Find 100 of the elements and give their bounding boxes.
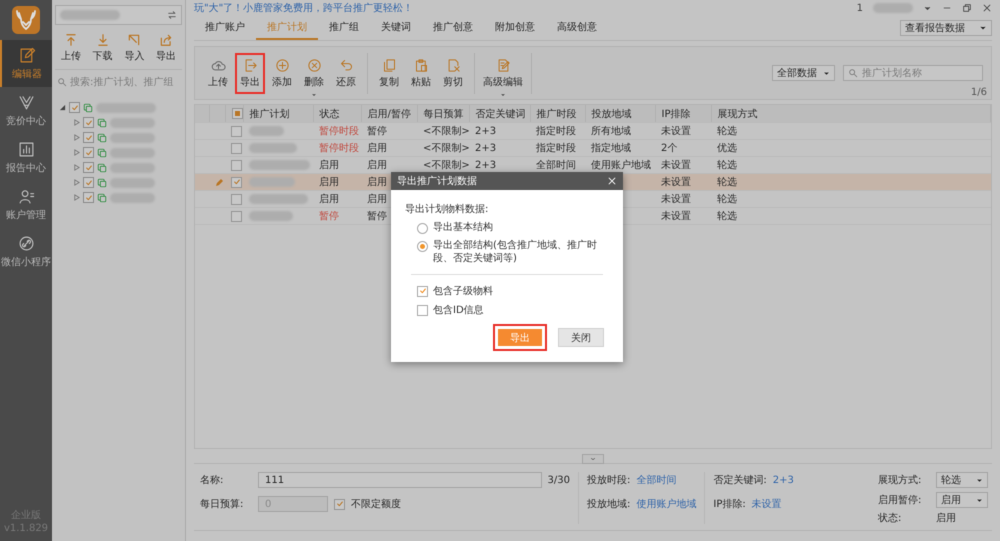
tab[interactable]: 附加创意 — [484, 16, 546, 40]
tree-checkbox[interactable] — [83, 132, 94, 143]
table-cell: 2+3 — [475, 160, 496, 170]
caret-icon — [976, 496, 983, 504]
toolbar-button[interactable]: 上传 — [61, 33, 81, 63]
row-checkbox[interactable] — [231, 176, 242, 188]
nav-item[interactable]: 竞价中心 — [0, 87, 52, 134]
toolbar-button[interactable]: 高级编辑 — [481, 52, 525, 94]
field-label: 投放地域: — [587, 498, 630, 511]
checkbox[interactable] — [417, 286, 428, 296]
expanded-arrow-icon[interactable] — [59, 104, 66, 111]
column-header: 推广计划 — [250, 108, 290, 120]
toolbar-button[interactable]: 导入 — [124, 33, 144, 63]
row-checkbox[interactable] — [231, 142, 242, 154]
table-cell: 启用 — [367, 160, 387, 171]
checkbox[interactable] — [417, 304, 428, 316]
add-icon — [274, 58, 290, 72]
toolbar-button[interactable]: 删除 — [299, 52, 329, 94]
import-icon — [127, 33, 142, 47]
column-header: IP排除 — [662, 108, 690, 120]
column-header: 每日预算 — [424, 108, 464, 120]
tree-checkbox[interactable] — [83, 117, 94, 128]
checkbox-label: 包含子级物料 — [433, 284, 493, 298]
table-cell: 暂停时段 — [319, 143, 359, 154]
link[interactable]: 未设置 — [752, 497, 782, 511]
tab[interactable]: 推广组 — [318, 16, 370, 40]
row-checkbox[interactable] — [231, 160, 242, 170]
table-cell: 启用 — [367, 177, 387, 188]
toolbar-button[interactable]: 导出 — [156, 33, 176, 63]
toolbar-button[interactable]: 剪切 — [438, 52, 468, 94]
collapse-handle[interactable] — [582, 454, 604, 464]
cut-icon — [446, 58, 460, 72]
collapsed-arrow-icon[interactable] — [73, 179, 80, 186]
caret-icon — [979, 24, 987, 32]
tab[interactable]: 推广创意 — [422, 16, 484, 40]
field-label: 名称: — [200, 474, 224, 487]
collapsed-arrow-icon[interactable] — [73, 164, 80, 171]
tab[interactable]: 关键词 — [370, 16, 422, 40]
toolbar-button[interactable]: 复制 — [374, 52, 404, 94]
edit-icon — [18, 47, 36, 64]
table-cell: 未设置 — [661, 194, 691, 205]
dropdown[interactable]: 轮选 — [936, 472, 988, 488]
report-dropdown[interactable]: 查看报告数据 — [900, 20, 992, 36]
collapsed-arrow-icon[interactable] — [73, 149, 80, 156]
search-icon — [57, 77, 67, 87]
radio-label: 导出全部结构(包含推广地域、推广时段、否定关键词等) — [433, 239, 598, 265]
table-cell: 轮选 — [717, 211, 737, 222]
nav-item[interactable]: 微信小程序 — [0, 228, 52, 275]
tree-checkbox[interactable] — [83, 162, 94, 173]
table-cell: <不限制> — [423, 126, 469, 137]
row-checkbox[interactable] — [231, 194, 242, 204]
check-icon — [336, 500, 344, 508]
account-selector[interactable] — [55, 5, 182, 25]
table-cell: 暂停 — [367, 126, 387, 137]
radio-button[interactable] — [417, 241, 428, 252]
table-row[interactable]: 暂停时段 启用 <不限制> 2+3 指定时段 指定地域 2个 优选 — [195, 140, 990, 156]
tree-checkbox[interactable] — [83, 192, 94, 203]
close-button[interactable]: 关闭 — [558, 328, 604, 347]
caret-icon — [976, 476, 983, 484]
collapsed-arrow-icon[interactable] — [73, 194, 80, 201]
nav-item[interactable]: 编辑器 — [0, 40, 52, 87]
tree-checkbox[interactable] — [83, 177, 94, 188]
column-header: 否定关键词 — [476, 108, 526, 120]
radio-button[interactable] — [417, 223, 428, 234]
toolbar-button[interactable]: 下载 — [92, 33, 113, 63]
table-row[interactable]: 暂停时段 暂停 <不限制> 2+3 指定时段 所有地域 未设置 轮选 — [195, 122, 990, 140]
nav-item[interactable]: 账户管理 — [0, 181, 52, 228]
toolbar-button[interactable]: 粘贴 — [406, 52, 436, 94]
collapsed-arrow-icon[interactable] — [73, 119, 80, 126]
nav-item[interactable]: 报告中心 — [0, 134, 52, 181]
export-icon — [242, 58, 258, 72]
tree-checkbox[interactable] — [69, 102, 80, 113]
toolbar-button[interactable]: 还原 — [331, 52, 361, 94]
tree-checkbox[interactable] — [83, 147, 94, 158]
table-cell: 全部时间 — [536, 160, 576, 171]
dropdown[interactable]: 启用 — [936, 492, 988, 508]
tab[interactable]: 推广账户 — [194, 16, 256, 40]
column-header: 启用/暂停 — [368, 108, 411, 120]
table-cell: 指定地域 — [591, 143, 631, 154]
radio-label: 导出基本结构 — [433, 221, 493, 234]
table-cell: 2+3 — [475, 142, 496, 154]
table-cell: 暂停时段 — [319, 126, 359, 137]
table-cell: 启用 — [367, 194, 387, 205]
column-header: 推广时段 — [536, 108, 576, 120]
toolbar-button[interactable]: 上传 — [203, 52, 233, 94]
deer-logo — [11, 5, 41, 35]
name-field[interactable]: 111 — [258, 472, 542, 488]
check-icon — [418, 287, 426, 295]
select-all-checkbox[interactable] — [232, 108, 242, 119]
link[interactable]: 全部时间 — [636, 473, 676, 487]
row-checkbox[interactable] — [231, 210, 242, 222]
table-cell: 启用 — [319, 177, 339, 188]
toolbar-button[interactable]: 添加 — [267, 52, 297, 94]
table-cell: 未设置 — [661, 211, 691, 222]
row-checkbox[interactable] — [231, 126, 242, 136]
tab[interactable]: 高级创意 — [546, 16, 608, 40]
toolbar-button[interactable]: 导出 — [235, 52, 265, 94]
collapsed-arrow-icon[interactable] — [73, 134, 80, 141]
undo-icon — [338, 58, 354, 72]
filter-dropdown[interactable]: 全部数据 — [772, 65, 835, 81]
